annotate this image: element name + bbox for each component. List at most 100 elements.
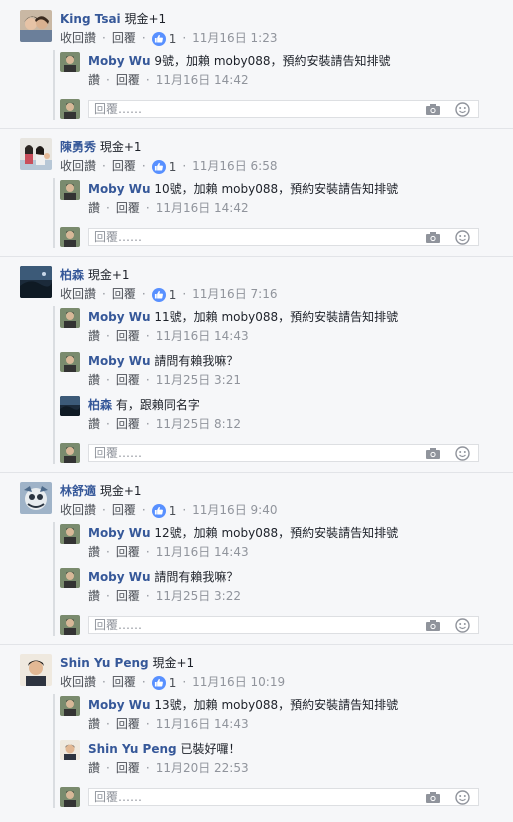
like-link[interactable]: 讚 [88, 417, 100, 431]
reply-link[interactable]: 回覆 [116, 329, 140, 343]
camera-icon[interactable] [426, 448, 440, 459]
like-link[interactable]: 讚 [88, 717, 100, 731]
reply-author[interactable]: Moby Wu [88, 310, 151, 324]
avatar-chen-yong-xiu[interactable] [20, 138, 52, 170]
reply-timestamp[interactable]: 11月16日 14:42 [156, 73, 249, 87]
reply-input[interactable]: 回覆…… [88, 788, 479, 806]
avatar-king-tsai[interactable] [20, 10, 52, 42]
thread-line [53, 694, 55, 808]
reply-link[interactable]: 回覆 [112, 675, 136, 689]
reply-input[interactable]: 回覆…… [88, 228, 479, 246]
unlike-link[interactable]: 收回讚 [60, 287, 96, 301]
reply-link[interactable]: 回覆 [112, 31, 136, 45]
like-count-badge[interactable]: 1 [151, 675, 176, 691]
reply-timestamp[interactable]: 11月16日 14:43 [156, 717, 249, 731]
comment-actions: 收回讚 · 回覆 · 1 · 11月16日 7:16 [60, 287, 278, 303]
reply-timestamp[interactable]: 11月20日 22:53 [156, 761, 249, 775]
thread-line [53, 522, 55, 636]
reply-timestamp[interactable]: 11月16日 14:42 [156, 201, 249, 215]
avatar-moby-wu[interactable] [60, 308, 80, 328]
reply-link[interactable]: 回覆 [112, 159, 136, 173]
emoji-icon[interactable] [455, 230, 470, 245]
reply-author[interactable]: 柏森 [88, 398, 112, 412]
unlike-link[interactable]: 收回讚 [60, 675, 96, 689]
reply-link[interactable]: 回覆 [116, 717, 140, 731]
reply-author[interactable]: Moby Wu [88, 354, 151, 368]
reply-author[interactable]: Moby Wu [88, 182, 151, 196]
reply-author[interactable]: Moby Wu [88, 54, 151, 68]
reply-input[interactable]: 回覆…… [88, 616, 479, 634]
unlike-link[interactable]: 收回讚 [60, 503, 96, 517]
like-link[interactable]: 讚 [88, 329, 100, 343]
like-link[interactable]: 讚 [88, 545, 100, 559]
comment-timestamp[interactable]: 11月16日 6:58 [192, 159, 277, 173]
reply-timestamp[interactable]: 11月25日 3:22 [156, 589, 241, 603]
unlike-link[interactable]: 收回讚 [60, 31, 96, 45]
reply-link[interactable]: 回覆 [116, 589, 140, 603]
thread-divider [0, 256, 513, 257]
reply-actions: 讚 · 回覆 · 11月25日 3:22 [88, 589, 241, 603]
avatar-moby-wu[interactable] [60, 568, 80, 588]
like-count-badge[interactable]: 1 [151, 503, 176, 519]
comment-timestamp[interactable]: 11月16日 9:40 [192, 503, 277, 517]
like-link[interactable]: 讚 [88, 589, 100, 603]
like-count-badge[interactable]: 1 [151, 31, 176, 47]
avatar-shin-yu-peng[interactable] [20, 654, 52, 686]
reply-timestamp[interactable]: 11月25日 3:21 [156, 373, 241, 387]
like-count-badge[interactable]: 1 [151, 159, 176, 175]
reply-link[interactable]: 回覆 [116, 73, 140, 87]
reply-timestamp[interactable]: 11月16日 14:43 [156, 545, 249, 559]
camera-icon[interactable] [426, 232, 440, 243]
camera-icon[interactable] [426, 104, 440, 115]
unlike-link[interactable]: 收回讚 [60, 159, 96, 173]
avatar-moby-wu[interactable] [60, 352, 80, 372]
comment-timestamp[interactable]: 11月16日 1:23 [192, 31, 277, 45]
reply-link[interactable]: 回覆 [116, 417, 140, 431]
camera-icon[interactable] [426, 792, 440, 803]
avatar-shin-yu-peng[interactable] [60, 740, 80, 760]
emoji-icon[interactable] [455, 446, 470, 461]
comment-actions: 收回讚 · 回覆 · 1 · 11月16日 6:58 [60, 159, 278, 175]
reply-link[interactable]: 回覆 [116, 761, 140, 775]
comment-author[interactable]: Shin Yu Peng [60, 656, 149, 670]
comment-author[interactable]: 柏森 [60, 268, 84, 282]
avatar-moby-wu[interactable] [60, 696, 80, 716]
avatar-moby-wu[interactable] [60, 524, 80, 544]
reply-author[interactable]: Moby Wu [88, 698, 151, 712]
comment-timestamp[interactable]: 11月16日 7:16 [192, 287, 277, 301]
avatar-bo-sen[interactable] [60, 396, 80, 416]
reply-author[interactable]: Moby Wu [88, 526, 151, 540]
reply-link[interactable]: 回覆 [116, 201, 140, 215]
avatar-current-user [60, 787, 80, 807]
avatar-bo-sen[interactable] [20, 266, 52, 298]
reply-link[interactable]: 回覆 [112, 503, 136, 517]
like-link[interactable]: 讚 [88, 201, 100, 215]
reply-author[interactable]: Shin Yu Peng [88, 742, 177, 756]
reply-link[interactable]: 回覆 [116, 373, 140, 387]
avatar-lin-shu-shi[interactable] [20, 482, 52, 514]
reply-timestamp[interactable]: 11月25日 8:12 [156, 417, 241, 431]
avatar-moby-wu[interactable] [60, 180, 80, 200]
camera-icon[interactable] [426, 620, 440, 631]
reply-text: 有，跟賴同名字 [115, 398, 200, 412]
reply-input[interactable]: 回覆…… [88, 100, 479, 118]
reply-input[interactable]: 回覆…… [88, 444, 479, 462]
emoji-icon[interactable] [455, 790, 470, 805]
reply-link[interactable]: 回覆 [116, 545, 140, 559]
emoji-icon[interactable] [455, 102, 470, 117]
reply-timestamp[interactable]: 11月16日 14:43 [156, 329, 249, 343]
comment-author[interactable]: 林舒適 [60, 484, 96, 498]
like-link[interactable]: 讚 [88, 373, 100, 387]
comment-timestamp[interactable]: 11月16日 10:19 [192, 675, 285, 689]
like-count-badge[interactable]: 1 [151, 287, 176, 303]
reply-text: 請問有賴我嘛？ [154, 570, 239, 584]
reply-link[interactable]: 回覆 [112, 287, 136, 301]
avatar-moby-wu[interactable] [60, 52, 80, 72]
reply-author[interactable]: Moby Wu [88, 570, 151, 584]
like-link[interactable]: 讚 [88, 761, 100, 775]
emoji-icon[interactable] [455, 618, 470, 633]
comment-author[interactable]: King Tsai [60, 12, 121, 26]
like-link[interactable]: 讚 [88, 73, 100, 87]
comment-author[interactable]: 陳勇秀 [60, 140, 96, 154]
reply-actions: 讚 · 回覆 · 11月16日 14:43 [88, 717, 249, 731]
